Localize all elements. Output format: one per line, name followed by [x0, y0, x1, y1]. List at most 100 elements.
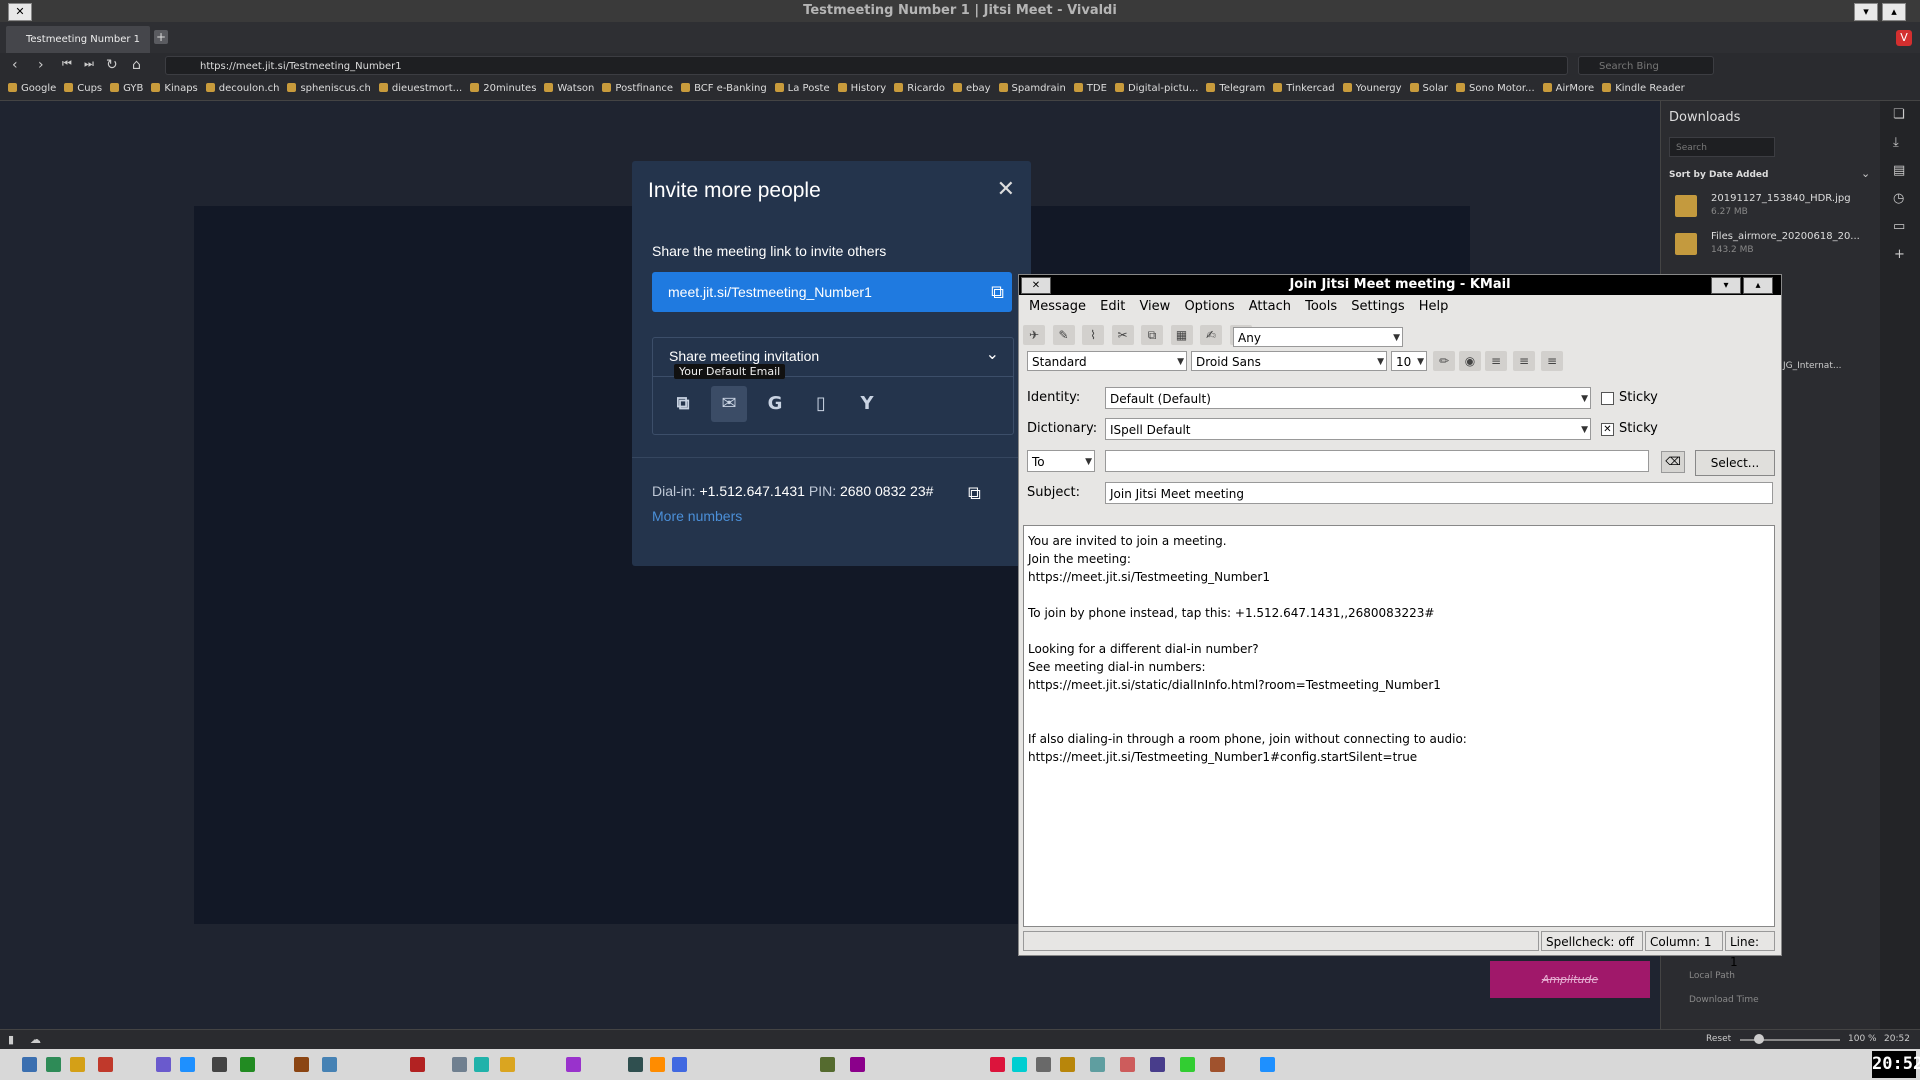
bookmark-item[interactable]: spheniscus.ch	[287, 78, 371, 100]
meeting-link-button[interactable]: meet.jit.si/Testmeeting_Number1 ⧉	[652, 272, 1012, 312]
notes-icon[interactable]: ▤	[1893, 163, 1905, 178]
new-tab-icon[interactable]: +	[154, 30, 168, 44]
copy-icon[interactable]: ⧉	[991, 272, 1004, 312]
taskbar-app-icon[interactable]	[566, 1057, 581, 1072]
email-icon[interactable]: ✉	[711, 386, 747, 422]
bookmark-item[interactable]: 20minutes	[470, 78, 536, 100]
taskbar-app-icon[interactable]	[1036, 1057, 1051, 1072]
zoom-slider-handle[interactable]	[1754, 1034, 1764, 1044]
bookmark-item[interactable]: History	[837, 78, 886, 100]
bookmark-item[interactable]: Postfinance	[602, 78, 673, 100]
download-item[interactable]: 20191127_153840_HDR.jpg 6.27 MB	[1671, 191, 1871, 227]
chevron-down-icon[interactable]: ⌄	[1861, 167, 1870, 180]
taskbar-app-icon[interactable]	[180, 1057, 195, 1072]
share-invitation-label[interactable]: Share meeting invitation	[669, 348, 819, 364]
minimize-icon[interactable]: ▾	[1711, 277, 1741, 294]
tab-active[interactable]: Testmeeting Number 1	[6, 26, 150, 53]
bookmark-item[interactable]: dieuestmort...	[378, 78, 462, 100]
priority-select[interactable]: Any ▼	[1233, 327, 1403, 347]
outlook-icon[interactable]: ▯	[803, 386, 839, 422]
bookmark-item[interactable]: Telegram	[1206, 78, 1265, 100]
taskbar-app-icon[interactable]	[322, 1057, 337, 1072]
taskbar-app-icon[interactable]	[820, 1057, 835, 1072]
bookmark-item[interactable]: Kinaps	[151, 78, 198, 100]
menu-message[interactable]: Message	[1029, 299, 1086, 314]
taskbar-app-icon[interactable]	[1260, 1057, 1275, 1072]
cloud-icon[interactable]: ☁	[30, 1033, 41, 1046]
taskbar-app-icon[interactable]	[212, 1057, 227, 1072]
bookmark-item[interactable]: ebay	[952, 78, 991, 100]
download-item[interactable]: Files_airmore_20200618_20... 143.2 MB	[1671, 229, 1871, 265]
maximize-icon[interactable]: ▴	[1743, 277, 1773, 294]
menu-tools[interactable]: Tools	[1305, 299, 1337, 314]
taskbar-app-icon[interactable]	[22, 1057, 37, 1072]
bookmark-item[interactable]: Google	[8, 78, 56, 100]
sticky-checkbox[interactable]	[1601, 392, 1614, 405]
url-field[interactable]: https://meet.jit.si/Testmeeting_Number1	[165, 56, 1568, 75]
bookmark-item[interactable]: decoulon.ch	[205, 78, 279, 100]
window-icon[interactable]: ▭	[1893, 219, 1905, 234]
select-recipients-button[interactable]: Select...	[1695, 450, 1775, 476]
identity-select[interactable]: Default (Default) ▼	[1105, 387, 1591, 409]
bookmark-item[interactable]: Tinkercad	[1273, 78, 1335, 100]
sort-dropdown[interactable]: Sort by Date Added	[1669, 170, 1768, 180]
bookmark-item[interactable]: Digital-pictu...	[1114, 78, 1198, 100]
taskbar-app-icon[interactable]	[46, 1057, 61, 1072]
text-color-icon[interactable]: ✏	[1433, 351, 1455, 371]
yahoo-icon[interactable]: Y	[849, 386, 885, 422]
history-icon[interactable]: ◷	[1893, 191, 1904, 206]
message-body[interactable]: You are invited to join a meeting. Join …	[1023, 525, 1775, 927]
taskbar-app-icon[interactable]	[1150, 1057, 1165, 1072]
taskbar-app-icon[interactable]	[672, 1057, 687, 1072]
taskbar-app-icon[interactable]	[294, 1057, 309, 1072]
attach-icon[interactable]: ⌇	[1082, 325, 1104, 345]
more-numbers-link[interactable]: More numbers	[652, 508, 742, 524]
close-icon[interactable]: ✕	[997, 177, 1015, 202]
close-icon[interactable]: ✕	[1021, 277, 1051, 294]
taskbar-app-icon[interactable]	[990, 1057, 1005, 1072]
align-left-icon[interactable]: ≡	[1485, 351, 1507, 371]
align-center-icon[interactable]: ≡	[1513, 351, 1535, 371]
panel-toggle-icon[interactable]: ▮	[8, 1033, 14, 1046]
taskbar-app-icon[interactable]	[850, 1057, 865, 1072]
taskbar-app-icon[interactable]	[70, 1057, 85, 1072]
font-size-select[interactable]: 10 ▼	[1391, 351, 1427, 371]
downloads-search-input[interactable]: Search	[1669, 137, 1775, 157]
bookmark-item[interactable]: La Poste	[774, 78, 830, 100]
menu-attach[interactable]: Attach	[1249, 299, 1291, 314]
clear-icon[interactable]: ⌫	[1661, 451, 1685, 473]
subject-input[interactable]: Join Jitsi Meet meeting	[1105, 482, 1773, 504]
menu-help[interactable]: Help	[1419, 299, 1449, 314]
bookmark-item[interactable]: Younergy	[1342, 78, 1402, 100]
taskbar-app-icon[interactable]	[156, 1057, 171, 1072]
download-icon[interactable]: ⤓	[1893, 135, 1899, 150]
menu-edit[interactable]: Edit	[1100, 299, 1125, 314]
reload-icon[interactable]: ↻	[106, 57, 118, 73]
taskbar-app-icon[interactable]	[500, 1057, 515, 1072]
taskbar-app-icon[interactable]	[628, 1057, 643, 1072]
sign-icon[interactable]: ✍	[1200, 325, 1222, 345]
taskbar-app-icon[interactable]	[1120, 1057, 1135, 1072]
back-icon[interactable]: ‹	[12, 57, 18, 73]
sticky-checkbox-checked[interactable]: ✕	[1601, 423, 1614, 436]
taskbar-app-icon[interactable]	[1210, 1057, 1225, 1072]
bookmark-item[interactable]: Watson	[544, 78, 594, 100]
menu-settings[interactable]: Settings	[1351, 299, 1404, 314]
google-icon[interactable]: G	[757, 386, 793, 422]
bookmark-item[interactable]: Solar	[1409, 78, 1448, 100]
bookmark-item[interactable]: TDE	[1073, 78, 1107, 100]
forward-icon[interactable]: ›	[38, 57, 44, 73]
cut-icon[interactable]: ✂	[1111, 325, 1134, 345]
copy-icon[interactable]: ⧉	[1141, 325, 1163, 345]
bookmark-icon[interactable]: ❏	[1893, 107, 1905, 122]
paste-icon[interactable]: ▦	[1170, 325, 1193, 345]
bookmark-item[interactable]: BCF e-Banking	[681, 78, 767, 100]
font-select[interactable]: Droid Sans ▼	[1191, 351, 1387, 371]
taskbar-app-icon[interactable]	[1180, 1057, 1195, 1072]
copy-icon[interactable]: ⧉	[968, 483, 981, 504]
taskbar-app-icon[interactable]	[452, 1057, 467, 1072]
bookmark-item[interactable]: GYB	[110, 78, 143, 100]
copy-icon[interactable]: ⧉	[665, 386, 701, 422]
fastforward-icon[interactable]: ⏭	[84, 57, 94, 71]
vivaldi-icon[interactable]: V	[1896, 30, 1912, 46]
